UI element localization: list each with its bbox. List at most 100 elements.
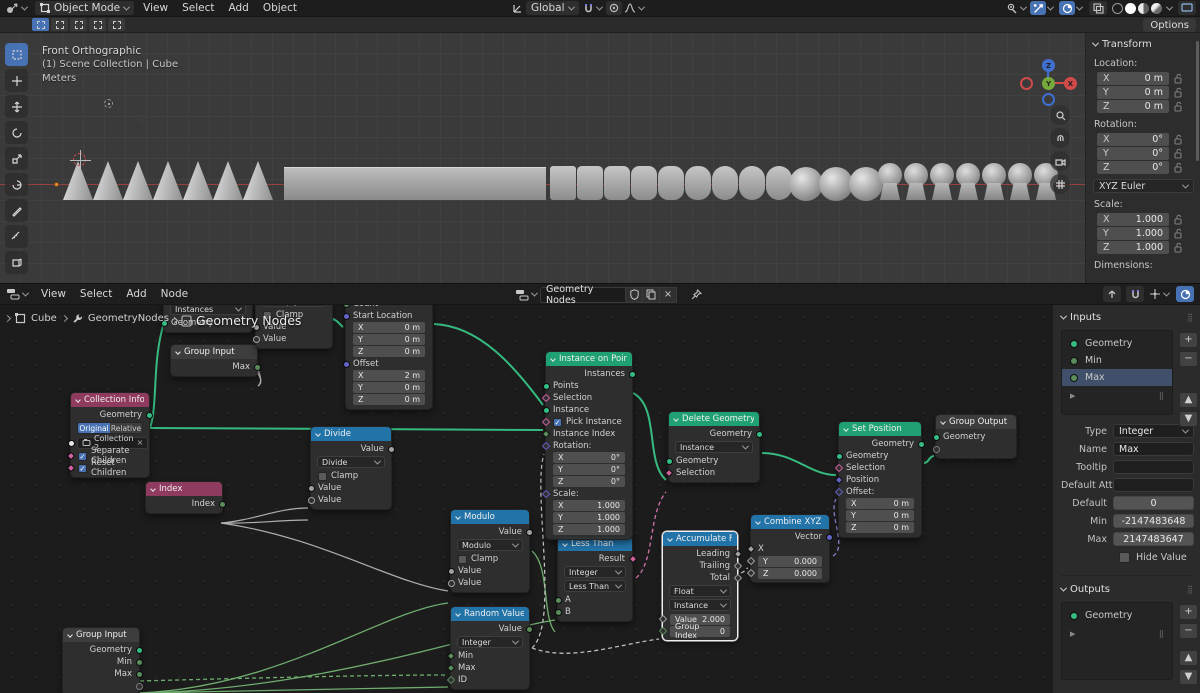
collapse-icon[interactable]: [175, 349, 181, 355]
output-socket-virtual[interactable]: [135, 682, 143, 690]
shading-rendered-button[interactable]: [1151, 2, 1162, 14]
input-socket-geometry[interactable]: [932, 433, 940, 441]
collapse-icon[interactable]: [843, 426, 849, 432]
remove-output-button[interactable]: −: [1179, 623, 1198, 639]
breadcrumb-item-geometrynodes[interactable]: GeometryNodes: [88, 313, 169, 324]
node-header-set-position[interactable]: Set Position: [839, 422, 921, 436]
gizmos-toggle[interactable]: [1030, 1, 1046, 15]
input-socket-selection[interactable]: [834, 463, 843, 473]
gizmo-y-axis[interactable]: Y: [1042, 77, 1055, 90]
proportional-falloff-dropdown[interactable]: [622, 0, 646, 17]
move-input-down-button[interactable]: ▼: [1179, 411, 1198, 427]
node-header-group-input-bottom[interactable]: Group Input: [63, 628, 139, 642]
snap-target-dropdown[interactable]: [1147, 286, 1171, 303]
output-socket-max[interactable]: [135, 670, 143, 678]
collapse-icon[interactable]: [562, 541, 568, 547]
output-socket-value[interactable]: [525, 625, 533, 633]
value-field-y[interactable]: Y 1.000: [553, 512, 625, 523]
input-socket-object[interactable]: [67, 439, 75, 447]
sphere-object[interactable]: [819, 167, 853, 201]
hide-value-checkbox[interactable]: [1119, 552, 1130, 563]
output-socket-index[interactable]: [218, 500, 226, 508]
tree-type-dropdown[interactable]: [512, 286, 540, 303]
gizmo-negative-x-axis[interactable]: [1020, 77, 1033, 90]
node-random-value[interactable]: Random Value Value Integer Min Max ID: [446, 606, 533, 690]
input-socket-start-location[interactable]: [342, 312, 350, 320]
output-socket-geometry[interactable]: [755, 430, 763, 438]
collapse-icon[interactable]: [550, 356, 556, 362]
output-socket-value[interactable]: [387, 445, 395, 453]
checkbox-pick-instance[interactable]: ✓: [553, 417, 562, 427]
unlock-icon[interactable]: [1174, 134, 1183, 145]
input-socket-a[interactable]: [554, 596, 562, 604]
navigation-gizmo[interactable]: ZYX: [1018, 41, 1082, 106]
node-header-accumulate-field[interactable]: Accumulate Field: [663, 532, 737, 546]
value-field-group-index[interactable]: Group Index 0: [670, 622, 730, 640]
output-socket-geometry[interactable]: [135, 646, 143, 654]
input-socket-value[interactable]: [252, 335, 260, 343]
fake-user-button[interactable]: [626, 286, 643, 303]
node-header-modulo[interactable]: Modulo: [451, 510, 529, 524]
input-socket-reset-children[interactable]: [66, 463, 75, 473]
scale-x-field[interactable]: X 1.000: [1097, 213, 1169, 226]
collapse-icon[interactable]: [455, 514, 461, 520]
box-object[interactable]: [284, 167, 546, 200]
node-collection-info[interactable]: Collection Info Geometry Original Relative C…: [66, 392, 153, 478]
output-socket-max[interactable]: [253, 363, 261, 371]
input-socket-count[interactable]: [342, 305, 350, 308]
output-socket-result[interactable]: [628, 554, 637, 564]
value-field-z[interactable]: Z 0 m: [353, 394, 425, 405]
breadcrumb-item-cube[interactable]: Cube: [31, 313, 57, 324]
output-socket-geometry[interactable]: [917, 440, 925, 448]
node-dropdown[interactable]: Modulo: [457, 539, 523, 551]
light-object[interactable]: [104, 99, 113, 108]
rotation-mode-dropdown[interactable]: XYZ Euler: [1093, 179, 1194, 193]
input-socket-y[interactable]: [746, 556, 755, 566]
unlock-icon[interactable]: [1174, 148, 1183, 159]
select-lasso-button[interactable]: [89, 18, 106, 31]
cursor-tool-button[interactable]: [5, 69, 28, 92]
input-socket-geometry[interactable]: [835, 452, 843, 460]
input-socket-value[interactable]: [307, 496, 315, 504]
value-field-y[interactable]: Y 0°: [553, 464, 625, 475]
collapse-icon[interactable]: [150, 486, 156, 492]
rounded-cube-object[interactable]: [550, 166, 576, 200]
input-socket-virtual[interactable]: [932, 445, 940, 453]
input-socket-value[interactable]: [447, 567, 455, 575]
field-input-min[interactable]: -2147483648: [1113, 514, 1194, 528]
measure-tool-button[interactable]: [5, 225, 28, 248]
segment-original[interactable]: Original: [78, 423, 110, 433]
input-socket-selection[interactable]: [664, 468, 673, 478]
node-mesh-line[interactable]: Count Start Location X 0 m Y 0 m Z 0 m Offset X 2 …: [342, 305, 433, 410]
value-field-z[interactable]: Z 0 m: [846, 522, 914, 533]
input-socket-instance[interactable]: [542, 406, 550, 414]
collapse-icon[interactable]: [75, 397, 81, 403]
output-socket-value[interactable]: [525, 528, 533, 536]
input-socket-selection[interactable]: [541, 393, 550, 403]
input-socket-value[interactable]: [307, 484, 315, 492]
rotation-x-field[interactable]: X 0°: [1097, 133, 1169, 146]
menu-add[interactable]: Add: [221, 0, 255, 17]
snapping-toggle[interactable]: [1126, 286, 1144, 302]
toggle-view-button[interactable]: [1050, 174, 1070, 194]
xray-toggle[interactable]: [1089, 1, 1107, 15]
expand-icon[interactable]: ▶: [1070, 392, 1075, 400]
rounded-cube-object[interactable]: [685, 166, 711, 200]
value-field-x[interactable]: X 2 m: [353, 370, 425, 381]
node-index[interactable]: Index Index: [145, 481, 226, 514]
input-socket-x[interactable]: [746, 544, 755, 554]
add-cube-tool-button[interactable]: [5, 251, 28, 274]
render-preview-button[interactable]: [1178, 1, 1196, 15]
input-socket-value[interactable]: [658, 614, 667, 624]
go-to-parent-button[interactable]: [1103, 286, 1121, 302]
tweak-button[interactable]: [32, 18, 49, 31]
panel-grip-icon[interactable]: ⣿: [1187, 585, 1194, 594]
output-socket-leading[interactable]: [733, 549, 742, 559]
add-input-button[interactable]: +: [1179, 332, 1198, 348]
menu-node[interactable]: Node: [154, 286, 195, 303]
node-instance-on-points[interactable]: Instance on Points Instances Points Selecti…: [541, 351, 636, 540]
node-header-combine-xyz[interactable]: Combine XYZ: [751, 515, 829, 529]
input-socket-id[interactable]: [446, 675, 455, 685]
output-socket-total[interactable]: [733, 573, 742, 583]
input-socket-rotation-[interactable]: [541, 441, 550, 451]
